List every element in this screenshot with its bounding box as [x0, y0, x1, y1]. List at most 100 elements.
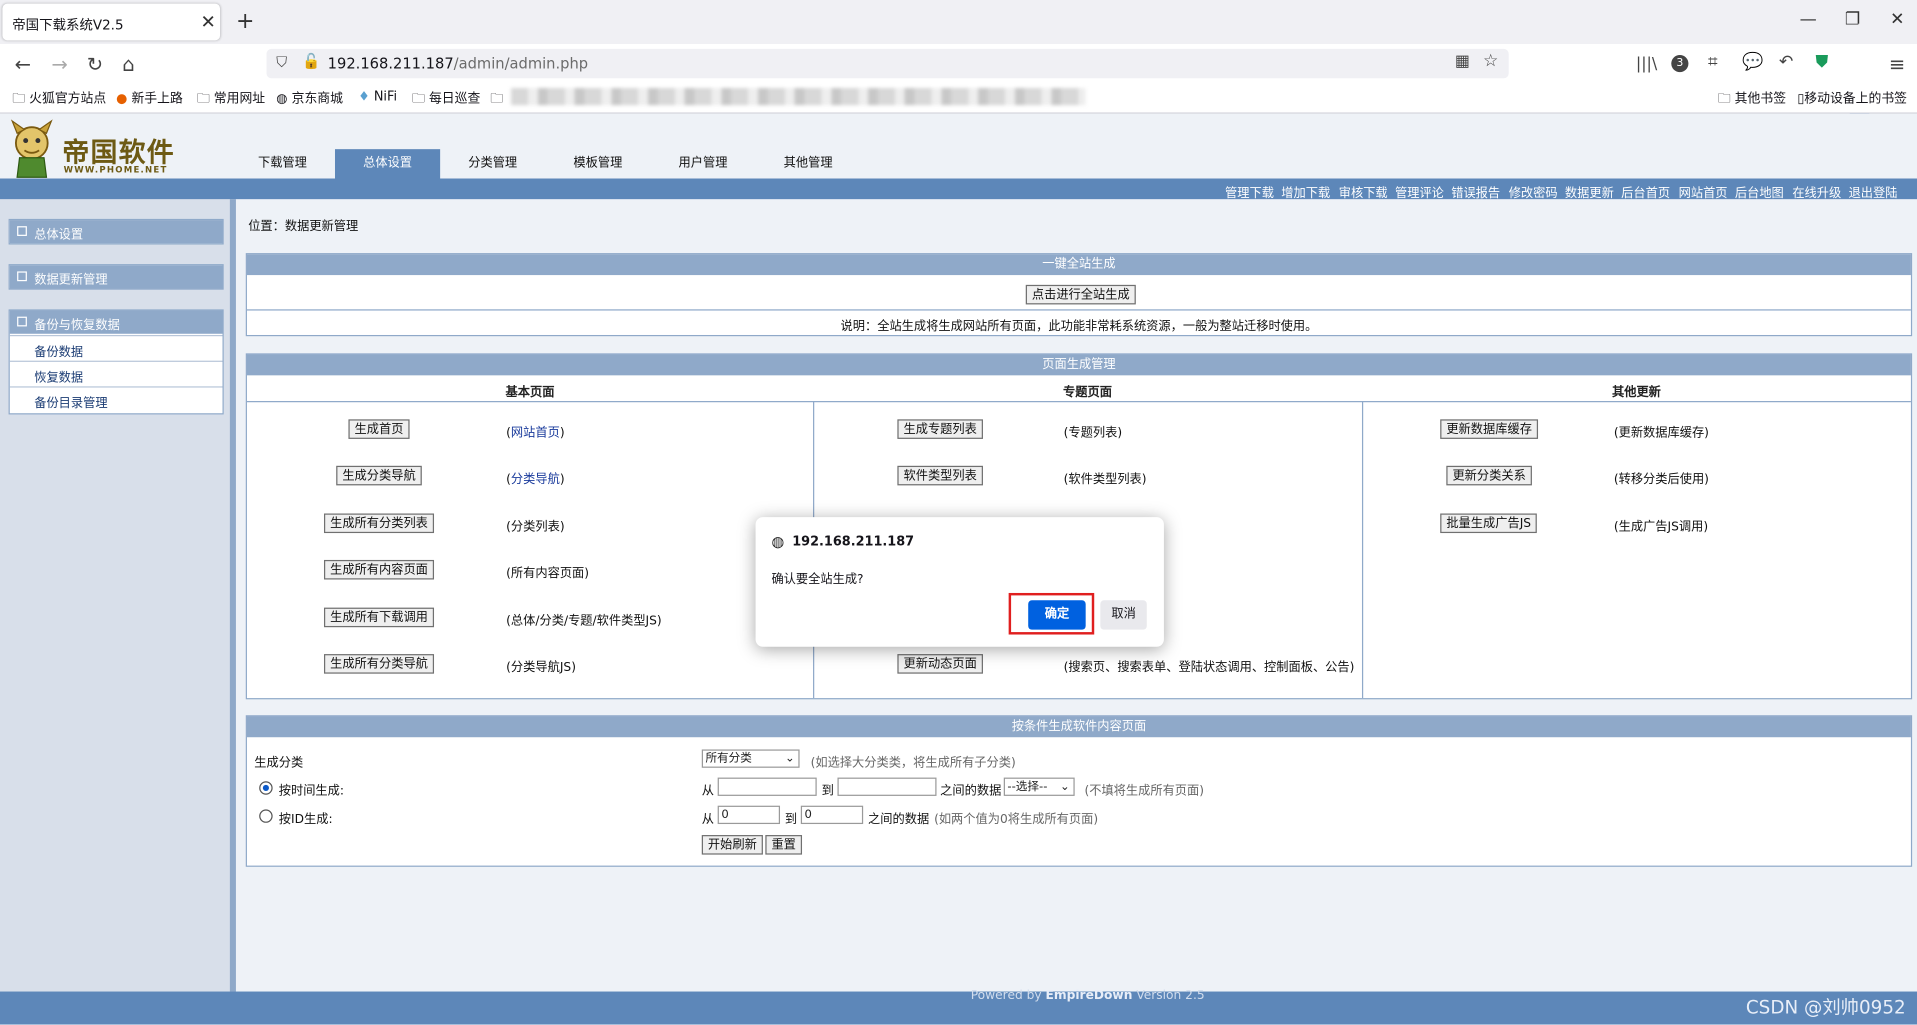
generate-all-download-calls-button[interactable]: 生成所有下载调用	[323, 607, 435, 628]
bookmark-item[interactable]: 🗀 每日巡查	[412, 89, 480, 111]
tab-user-management[interactable]: 用户管理	[663, 149, 744, 178]
bookmark-item[interactable]: 🗀 常用网址	[197, 89, 265, 111]
sidebar-item-backup-dir[interactable]: 备份目录管理	[9, 386, 223, 412]
id-from-input[interactable]: 0	[717, 805, 781, 825]
link-admin-home[interactable]: 后台首页	[1621, 182, 1670, 200]
tab-download-management[interactable]: 下载管理	[242, 149, 323, 178]
bookmark-item[interactable]: ◍ 京东商城	[276, 89, 343, 107]
tab-title: 帝国下载系统V2.5	[12, 17, 124, 34]
link-logout[interactable]: 退出登陆	[1849, 182, 1898, 200]
menu-icon[interactable]: ≡	[1889, 53, 1905, 76]
sidebar-item-restore-data[interactable]: 恢复数据	[9, 360, 223, 387]
dialog-message: 确认要全站生成?	[771, 573, 864, 587]
sidebar-item-backup-data[interactable]: 备份数据	[9, 334, 223, 361]
bookmark-item[interactable]: 🗀 火狐官方站点	[12, 89, 106, 111]
bookmark-star-icon[interactable]: ☆	[1483, 51, 1498, 71]
generate-all-content-pages-button[interactable]: 生成所有内容页面	[323, 559, 435, 580]
desc-category-nav-js: (分类导航JS)	[506, 661, 576, 675]
start-refresh-button[interactable]: 开始刷新	[701, 835, 763, 855]
update-dynamic-pages-button[interactable]: 更新动态页面	[897, 654, 983, 674]
insecure-lock-icon[interactable]: 🔓	[302, 53, 320, 70]
browser-tab[interactable]: 帝国下载系统V2.5 ✕	[2, 3, 221, 41]
sidebar-section-header[interactable]: 数据更新管理	[9, 265, 223, 289]
url-bar[interactable]: ⛉ 🔓 192.168.211.187/admin/admin.php ▦ ☆	[266, 48, 1509, 79]
close-window-icon[interactable]: ✕	[1890, 10, 1904, 30]
from-label: 从	[701, 784, 714, 799]
desc-home: (网站首页)	[506, 426, 565, 441]
by-time-radio[interactable]	[259, 781, 273, 795]
tracking-shield-icon[interactable]: ⛉	[276, 54, 287, 72]
csdn-watermark: CSDN @刘帅0952	[1745, 996, 1906, 1019]
bookmark-item[interactable]: 🗀 其他书签	[1718, 89, 1786, 111]
time-to-input[interactable]	[837, 777, 937, 796]
bookmark-item[interactable]: ▯移动设备上的书签	[1797, 89, 1907, 107]
sidebar-section-header[interactable]: 总体设置	[9, 220, 223, 244]
id-to-input[interactable]: 0	[800, 805, 864, 825]
divider	[1361, 401, 1364, 699]
link-admin-map[interactable]: 后台地图	[1735, 182, 1784, 200]
reload-icon[interactable]: ↻	[87, 53, 103, 76]
link-add-download[interactable]: 增加下载	[1281, 182, 1330, 200]
crop-icon[interactable]: ⌗	[1708, 53, 1718, 73]
update-db-cache-button[interactable]: 更新数据库缓存	[1440, 419, 1539, 439]
folder-icon[interactable]: 🗀	[490, 89, 503, 111]
batch-generate-ad-js-button[interactable]: 批量生成广告JS	[1440, 513, 1538, 534]
link-manage-downloads[interactable]: 管理下载	[1225, 182, 1274, 200]
sidebar-section-data-update[interactable]: 数据更新管理	[8, 264, 224, 290]
generate-topic-list-button[interactable]: 生成专题列表	[897, 419, 983, 439]
link-review-downloads[interactable]: 审核下载	[1339, 182, 1388, 200]
site-home-link[interactable]: 网站首页	[511, 427, 560, 440]
square-icon	[17, 316, 27, 327]
by-id-radio[interactable]	[259, 809, 273, 823]
nifi-icon: ♦	[358, 89, 370, 104]
bookmark-item[interactable]: ♦ NiFi	[358, 89, 397, 104]
back-icon[interactable]: ←	[15, 53, 31, 76]
link-error-reports[interactable]: 错误报告	[1451, 182, 1500, 200]
restore-icon[interactable]: ❐	[1845, 10, 1860, 30]
tab-general-settings[interactable]: 总体设置	[334, 149, 441, 179]
confirm-ok-button[interactable]: 确定	[1028, 600, 1086, 630]
category-nav-link[interactable]: 分类导航	[511, 473, 560, 486]
onekey-panel: 一键全站生成 点击进行全站生成 说明：全站生成将生成网站所有页面，此功能非常耗系…	[245, 253, 1913, 337]
shield-icon[interactable]: ⛊	[1816, 53, 1829, 73]
desc-topic-list: (专题列表)	[1063, 426, 1123, 441]
link-manage-comments[interactable]: 管理评论	[1395, 182, 1444, 200]
software-type-list-button[interactable]: 软件类型列表	[897, 465, 983, 486]
sidebar-section-general[interactable]: 总体设置	[8, 218, 224, 245]
generate-category-nav-button[interactable]: 生成分类导航	[336, 465, 422, 486]
link-data-update[interactable]: 数据更新	[1565, 182, 1614, 200]
reset-button[interactable]: 重置	[765, 835, 803, 855]
close-tab-icon[interactable]: ✕	[201, 11, 216, 33]
time-range-select[interactable]: --选择-- ⌄	[1003, 777, 1075, 796]
desc-content-pages: (所有内容页面)	[506, 567, 590, 581]
sidebar-section-header[interactable]: 备份与恢复数据	[9, 310, 223, 334]
link-change-password[interactable]: 修改密码	[1509, 182, 1558, 200]
generate-whole-site-button[interactable]: 点击进行全站生成	[1025, 284, 1136, 305]
undo-icon[interactable]: ↶	[1779, 53, 1793, 73]
forward-icon[interactable]: →	[51, 53, 67, 76]
home-icon[interactable]: ⌂	[122, 53, 134, 76]
qr-code-icon[interactable]: ▦	[1455, 53, 1470, 71]
new-tab-icon[interactable]: +	[236, 9, 254, 35]
column-header-topic: 专题页面	[1063, 386, 1112, 400]
time-from-input[interactable]	[717, 777, 817, 796]
location-breadcrumb: 位置：数据更新管理	[248, 220, 359, 234]
confirm-cancel-button[interactable]: 取消	[1100, 600, 1147, 630]
link-site-home[interactable]: 网站首页	[1679, 182, 1728, 200]
generate-all-category-nav-button[interactable]: 生成所有分类导航	[323, 654, 435, 674]
library-icon[interactable]: |||\	[1636, 55, 1657, 73]
tab-category-management[interactable]: 分类管理	[452, 149, 533, 178]
chat-icon[interactable]: 💬	[1742, 53, 1763, 73]
update-category-relation-button[interactable]: 更新分类关系	[1446, 465, 1532, 486]
url-text[interactable]: 192.168.211.187/admin/admin.php	[328, 55, 588, 72]
generate-all-category-lists-button[interactable]: 生成所有分类列表	[323, 513, 435, 534]
mascot-icon	[10, 119, 53, 178]
extension-badge-icon[interactable]: 3	[1671, 55, 1689, 73]
category-select[interactable]: 所有分类 ⌄	[701, 749, 800, 768]
tab-template-management[interactable]: 模板管理	[558, 149, 639, 178]
bookmark-item[interactable]: ● 新手上路	[116, 89, 183, 107]
tab-other-management[interactable]: 其他管理	[768, 149, 849, 178]
link-online-upgrade[interactable]: 在线升级	[1792, 182, 1841, 200]
generate-home-button[interactable]: 生成首页	[348, 419, 410, 439]
minimize-icon[interactable]: —	[1800, 10, 1817, 30]
